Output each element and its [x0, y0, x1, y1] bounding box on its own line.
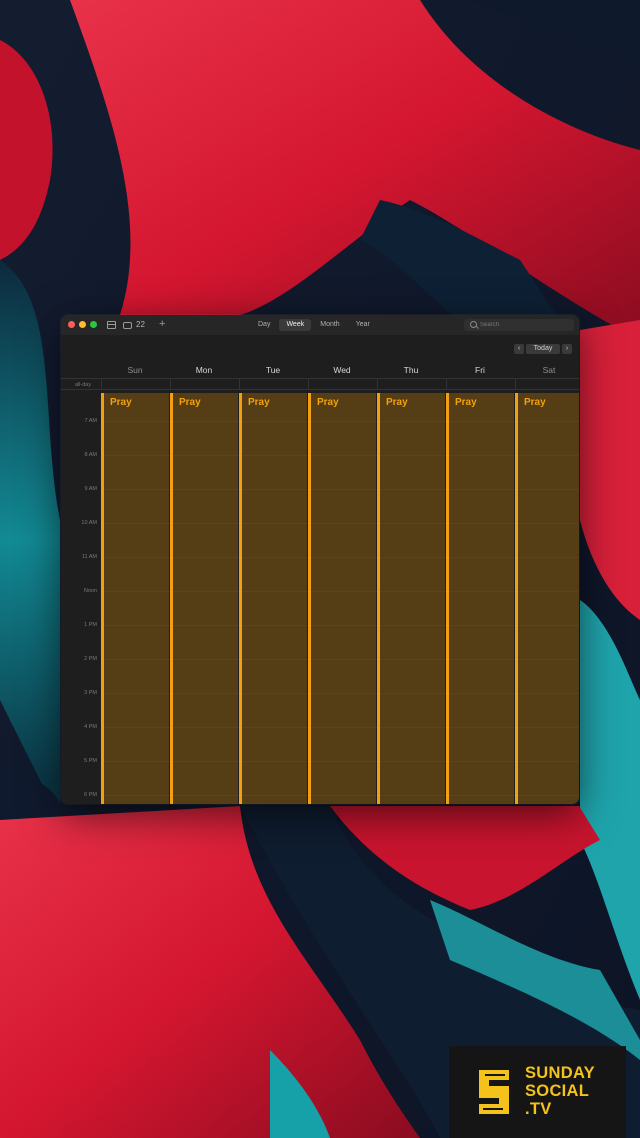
- hour-label: 1 PM: [84, 622, 97, 628]
- view-month-tab[interactable]: Month: [313, 319, 346, 331]
- brand-line-2: SOCIAL: [525, 1082, 590, 1100]
- all-day-cell[interactable]: [377, 379, 447, 389]
- brand-badge: SUNDAY SOCIAL .TV: [449, 1046, 626, 1138]
- hour-label: 3 PM: [84, 690, 97, 696]
- event-block-sun[interactable]: Pray: [101, 393, 169, 804]
- minimize-window-button[interactable]: [79, 321, 86, 328]
- maximize-window-button[interactable]: [90, 321, 97, 328]
- hour-label: Noon: [83, 588, 97, 594]
- hour-label: 5 PM: [84, 758, 97, 764]
- hour-label: 2 PM: [84, 656, 97, 662]
- hour-label: 7 AM: [84, 418, 97, 424]
- week-time-grid[interactable]: 7 AM 8 AM 9 AM 10 AM 11 AM Noon 1 PM 2 PM 3 PM 4 …: [61, 390, 579, 804]
- calendar-window: 22 + Day Week Month Year ‹ Today › all-d…: [61, 315, 579, 804]
- next-week-button[interactable]: ›: [562, 344, 572, 354]
- hour-label: 8 AM: [84, 452, 97, 458]
- all-day-cell[interactable]: [308, 379, 378, 389]
- all-day-label: all-day: [74, 382, 92, 388]
- previous-week-button[interactable]: ‹: [514, 344, 524, 354]
- all-day-cell[interactable]: [515, 379, 579, 389]
- day-header-tue[interactable]: Tue: [239, 365, 307, 375]
- all-day-cell[interactable]: [101, 379, 171, 389]
- brand-line-1: SUNDAY: [525, 1064, 595, 1082]
- day-header-mon[interactable]: Mon: [170, 365, 238, 375]
- today-button[interactable]: Today: [526, 344, 560, 354]
- event-title: Pray: [524, 397, 546, 408]
- event-title: Pray: [110, 397, 132, 408]
- brand-line-3: .TV: [525, 1100, 552, 1118]
- event-title: Pray: [248, 397, 270, 408]
- close-window-button[interactable]: [68, 321, 75, 328]
- event-block-tue[interactable]: Pray: [239, 393, 307, 804]
- search-icon: [470, 321, 477, 328]
- event-block-fri[interactable]: Pray: [446, 393, 514, 804]
- hour-label: 4 PM: [84, 724, 97, 730]
- hour-label: 11 AM: [81, 554, 97, 560]
- calendar-list-icon[interactable]: [107, 321, 116, 329]
- window-titlebar: 22 + Day Week Month Year: [61, 315, 579, 335]
- view-year-tab[interactable]: Year: [349, 319, 377, 331]
- day-header-thu[interactable]: Thu: [377, 365, 445, 375]
- hour-label: 9 AM: [84, 486, 97, 492]
- inbox-count[interactable]: 22: [136, 319, 145, 331]
- day-header-sat[interactable]: Sat: [515, 365, 579, 375]
- event-title: Pray: [317, 397, 339, 408]
- search-field[interactable]: [464, 319, 574, 331]
- event-block-sat[interactable]: Pray: [515, 393, 579, 804]
- inbox-icon[interactable]: [123, 322, 132, 329]
- event-title: Pray: [455, 397, 477, 408]
- hour-label: 10 AM: [81, 520, 97, 526]
- view-day-tab[interactable]: Day: [251, 319, 277, 331]
- view-week-tab[interactable]: Week: [279, 319, 312, 331]
- event-title: Pray: [179, 397, 201, 408]
- day-header-wed[interactable]: Wed: [308, 365, 376, 375]
- hour-label: 6 PM: [84, 792, 97, 798]
- event-block-wed[interactable]: Pray: [308, 393, 376, 804]
- event-block-thu[interactable]: Pray: [377, 393, 445, 804]
- add-event-button[interactable]: +: [159, 318, 165, 330]
- day-header-fri[interactable]: Fri: [446, 365, 514, 375]
- event-title: Pray: [386, 397, 408, 408]
- all-day-row: all-day: [61, 378, 579, 390]
- all-day-cell[interactable]: [170, 379, 240, 389]
- brand-name: SUNDAY SOCIAL .TV: [525, 1064, 595, 1118]
- search-input[interactable]: [480, 319, 570, 331]
- view-segmented-control: Day Week Month Year: [251, 319, 377, 331]
- all-day-cell[interactable]: [446, 379, 516, 389]
- event-block-mon[interactable]: Pray: [170, 393, 238, 804]
- brand-logo-icon: [479, 1070, 509, 1114]
- all-day-cell[interactable]: [239, 379, 309, 389]
- day-header-sun[interactable]: Sun: [101, 365, 169, 375]
